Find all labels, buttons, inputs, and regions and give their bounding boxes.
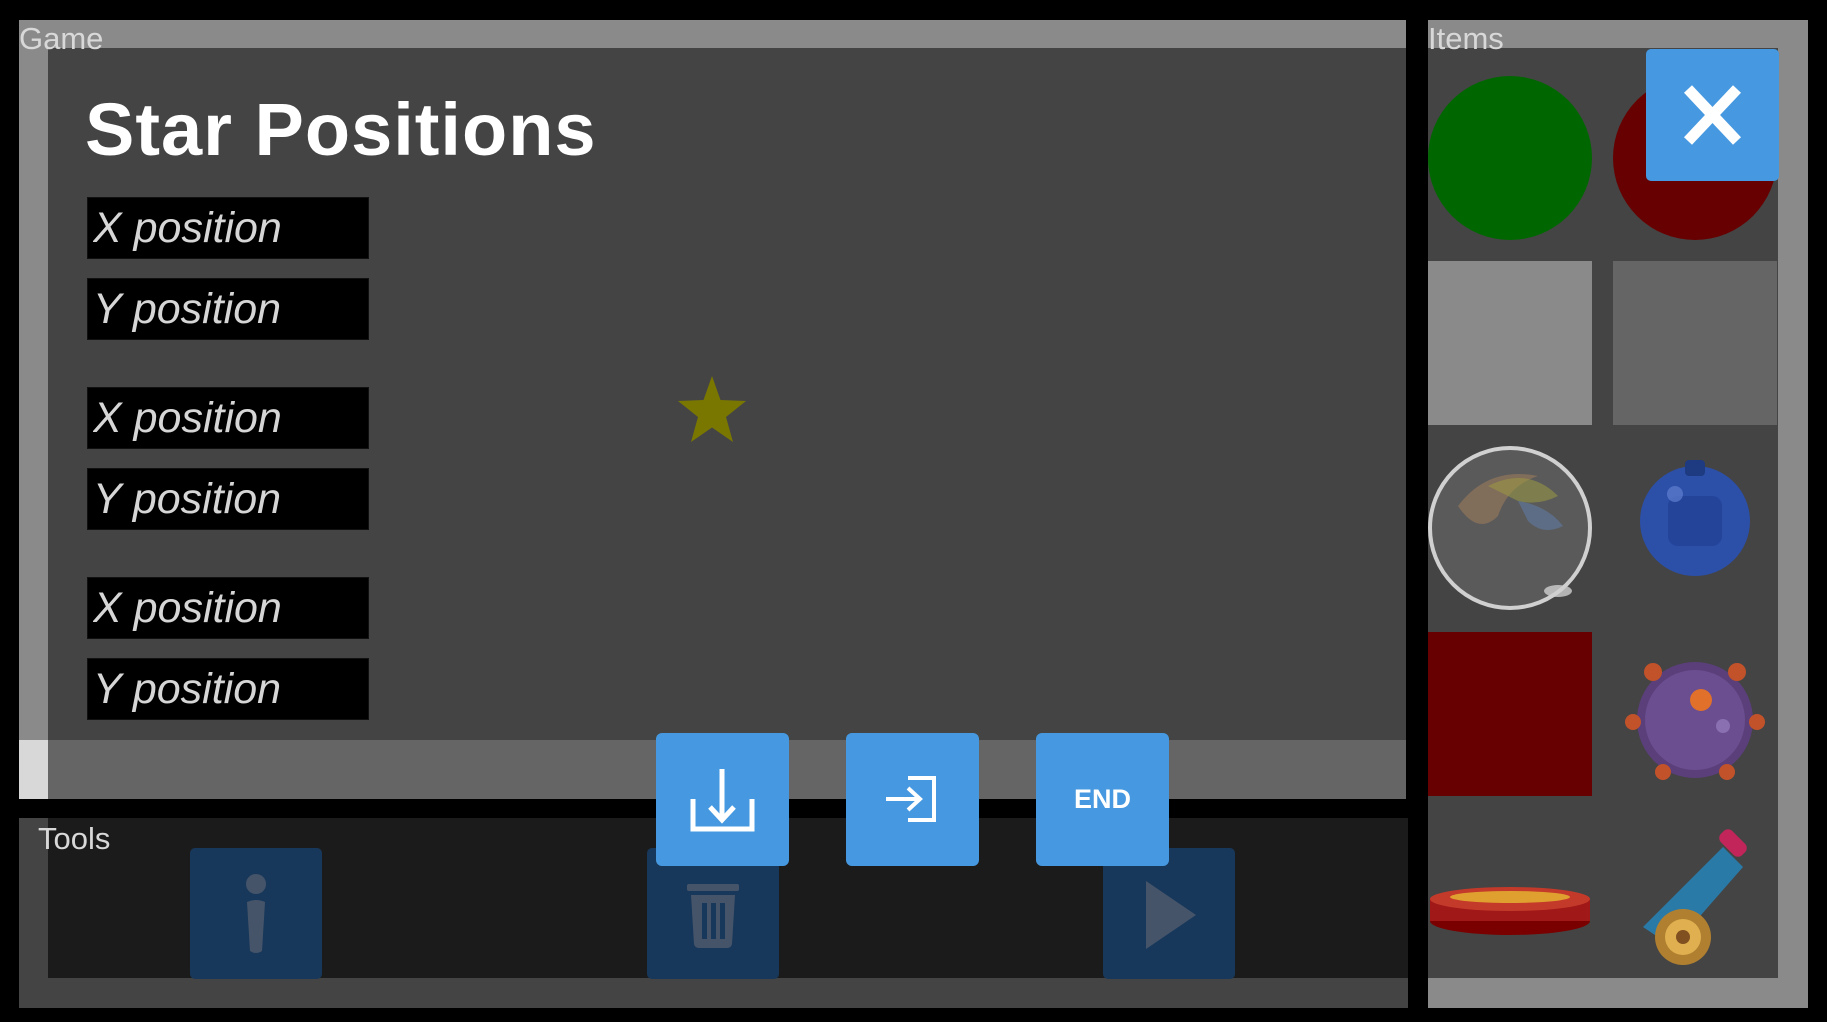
trash-icon — [687, 884, 739, 948]
load-button[interactable] — [846, 733, 979, 866]
item-cannon[interactable] — [1613, 817, 1777, 981]
save-button[interactable] — [656, 733, 789, 866]
game-panel-corner — [19, 740, 48, 799]
star-3-y-input[interactable] — [87, 658, 369, 720]
item-red-square[interactable] — [1428, 632, 1592, 796]
star-2-y-input[interactable] — [87, 468, 369, 530]
star-2-x-input[interactable] — [87, 387, 369, 449]
download-icon — [690, 769, 755, 832]
play-icon — [1146, 881, 1196, 949]
end-button-label: END — [1073, 784, 1131, 814]
item-blue-bomb[interactable] — [1613, 446, 1777, 610]
star-positions-title: Star Positions — [85, 88, 597, 171]
close-button[interactable] — [1646, 49, 1779, 181]
star-3-x-input[interactable] — [87, 577, 369, 639]
star-1-x-input[interactable] — [87, 197, 369, 259]
delete-button[interactable] — [647, 848, 779, 979]
info-icon — [246, 874, 266, 953]
game-panel-title: Game — [19, 21, 104, 56]
star-icon[interactable] — [676, 374, 748, 446]
items-panel-title: Items — [1428, 21, 1504, 56]
star-1-y-input[interactable] — [87, 278, 369, 340]
close-icon — [1683, 85, 1742, 145]
item-green-circle[interactable] — [1428, 76, 1592, 240]
end-button[interactable]: END — [1036, 733, 1169, 866]
item-spring-pad[interactable] — [1428, 817, 1592, 981]
item-dark-gray-square[interactable] — [1613, 261, 1777, 425]
play-button[interactable] — [1103, 848, 1235, 979]
item-spiked-mine[interactable] — [1613, 632, 1777, 796]
game-panel-left-border — [19, 48, 48, 740]
item-gray-square[interactable] — [1428, 261, 1592, 425]
login-icon — [886, 776, 936, 822]
tools-panel-title: Tools — [38, 821, 111, 856]
item-bubble[interactable] — [1428, 446, 1592, 610]
info-button[interactable] — [190, 848, 322, 979]
